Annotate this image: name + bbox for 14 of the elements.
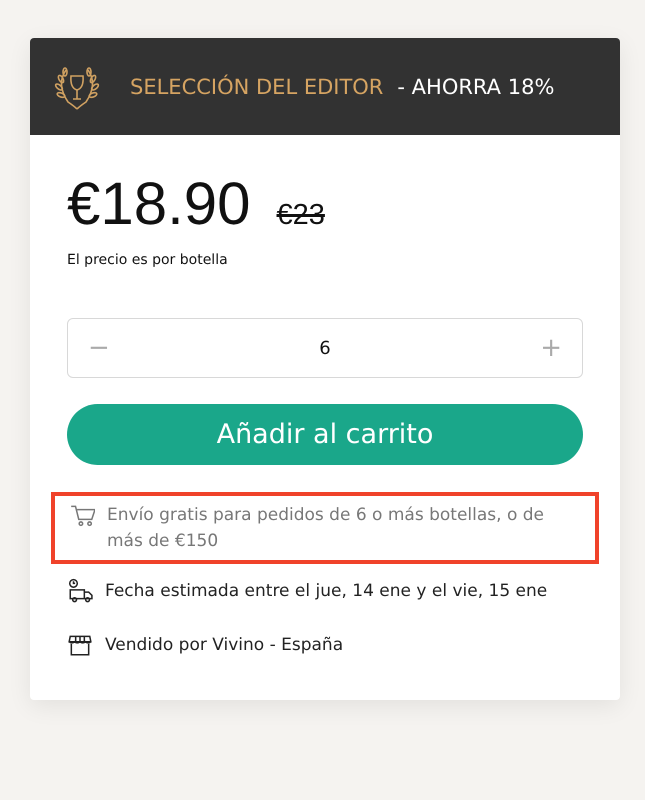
info-text: Fecha estimada entre el jue, 14 ene y el vie, 15 ene bbox=[105, 580, 548, 603]
truck-clock-icon bbox=[67, 578, 93, 604]
increase-button[interactable]: + bbox=[534, 333, 568, 363]
original-price: €23 bbox=[276, 199, 325, 232]
info-text: Envío gratis para pedidos de 6 o más botellas, o de más de €150 bbox=[107, 504, 546, 553]
add-to-cart-button[interactable]: Añadir al carrito bbox=[67, 404, 583, 465]
quantity-stepper[interactable]: − 6 + bbox=[67, 318, 583, 378]
discount-text: - AHORRA 18% bbox=[397, 74, 554, 98]
quantity-value: 6 bbox=[319, 338, 331, 358]
info-text: Vendido por Vivino - España bbox=[105, 634, 344, 657]
price-note: El precio es por botella bbox=[67, 252, 229, 268]
banner-title: SELECCIÓN DEL EDITOR bbox=[130, 74, 384, 98]
decrease-button[interactable]: − bbox=[82, 333, 116, 363]
current-price: €18.90 bbox=[67, 169, 251, 238]
